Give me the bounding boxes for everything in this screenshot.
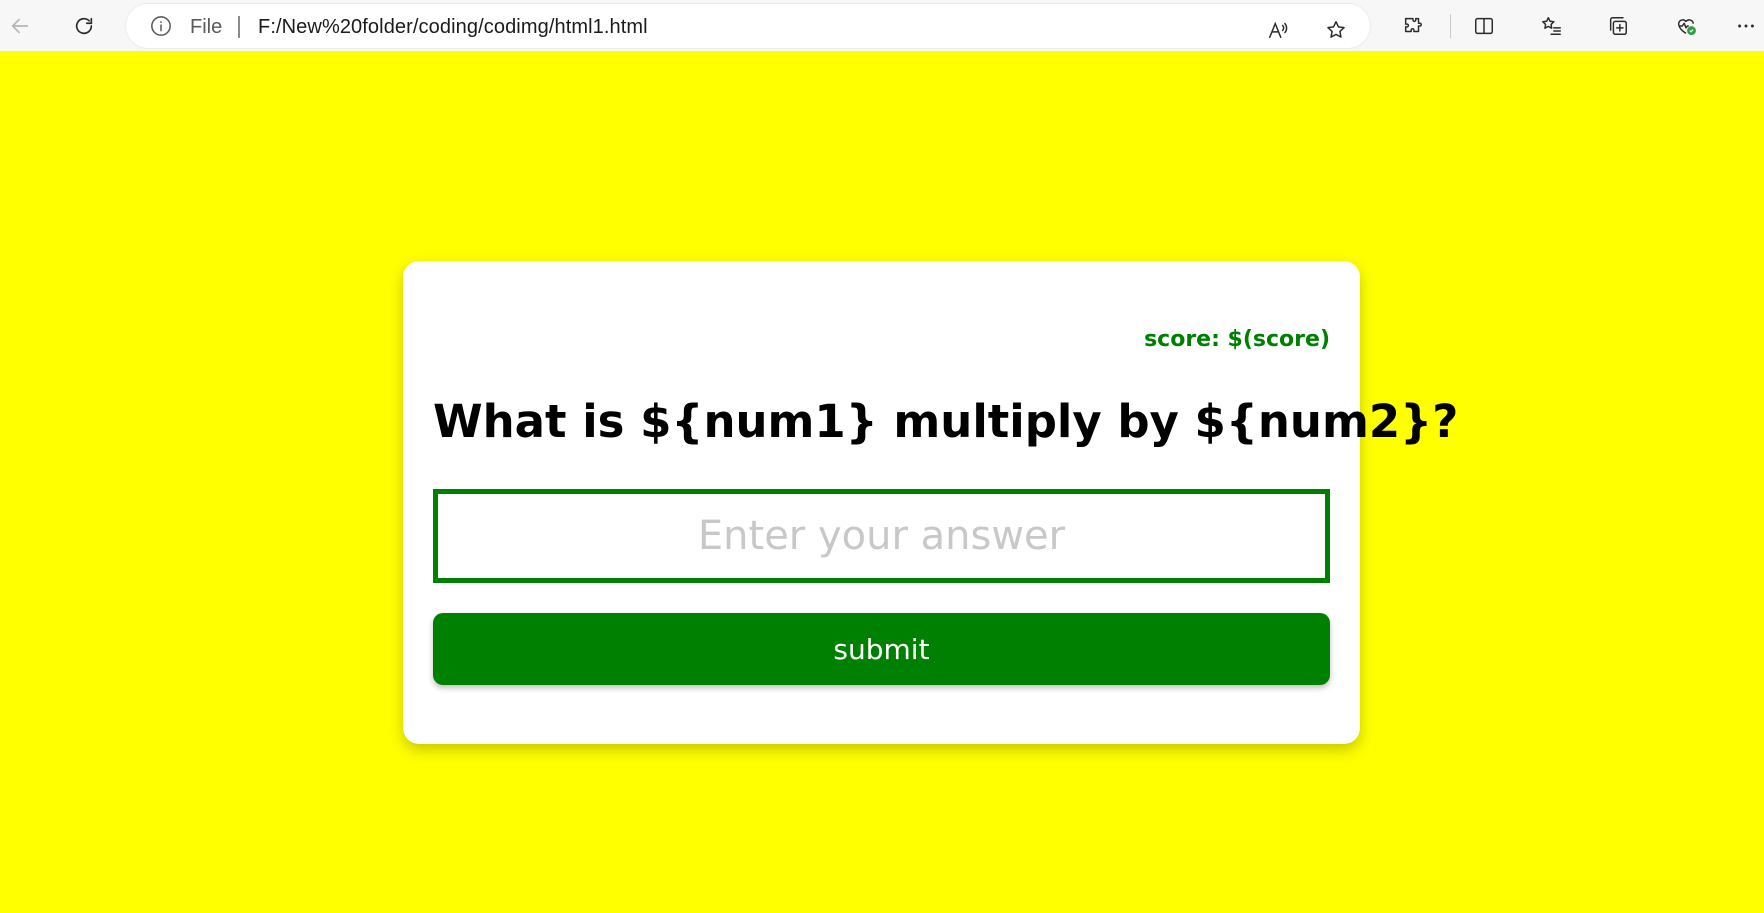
favorite-star-icon[interactable] (1318, 12, 1354, 48)
address-divider (238, 16, 240, 38)
score-label: score: $(score) (1144, 327, 1330, 352)
split-screen-icon[interactable] (1466, 8, 1502, 44)
read-aloud-icon[interactable] (1260, 12, 1296, 48)
collections-icon[interactable] (1600, 8, 1636, 44)
browser-toolbar: File F:/New%20folder/coding/codimg/html1… (0, 0, 1764, 52)
answer-input[interactable] (433, 489, 1330, 583)
browser-essentials-icon[interactable] (1668, 8, 1704, 44)
refresh-icon[interactable] (66, 8, 102, 44)
more-options-icon[interactable] (1728, 8, 1764, 44)
toolbar-divider (1450, 14, 1451, 38)
address-url[interactable]: F:/New%20folder/coding/codimg/html1.html (258, 16, 648, 39)
address-bar[interactable]: File F:/New%20folder/coding/codimg/html1… (126, 4, 1370, 48)
info-icon[interactable] (150, 15, 172, 37)
submit-button[interactable]: submit (433, 613, 1330, 685)
address-scheme-label: File (190, 16, 223, 38)
quiz-card: score: $(score) What is ${num1} multiply… (403, 261, 1459, 744)
back-arrow-icon[interactable] (2, 8, 38, 44)
favorites-list-icon[interactable] (1534, 8, 1570, 44)
extensions-puzzle-icon[interactable] (1395, 8, 1431, 44)
question-heading: What is ${num1} multiply by ${num2}? (433, 395, 1459, 448)
